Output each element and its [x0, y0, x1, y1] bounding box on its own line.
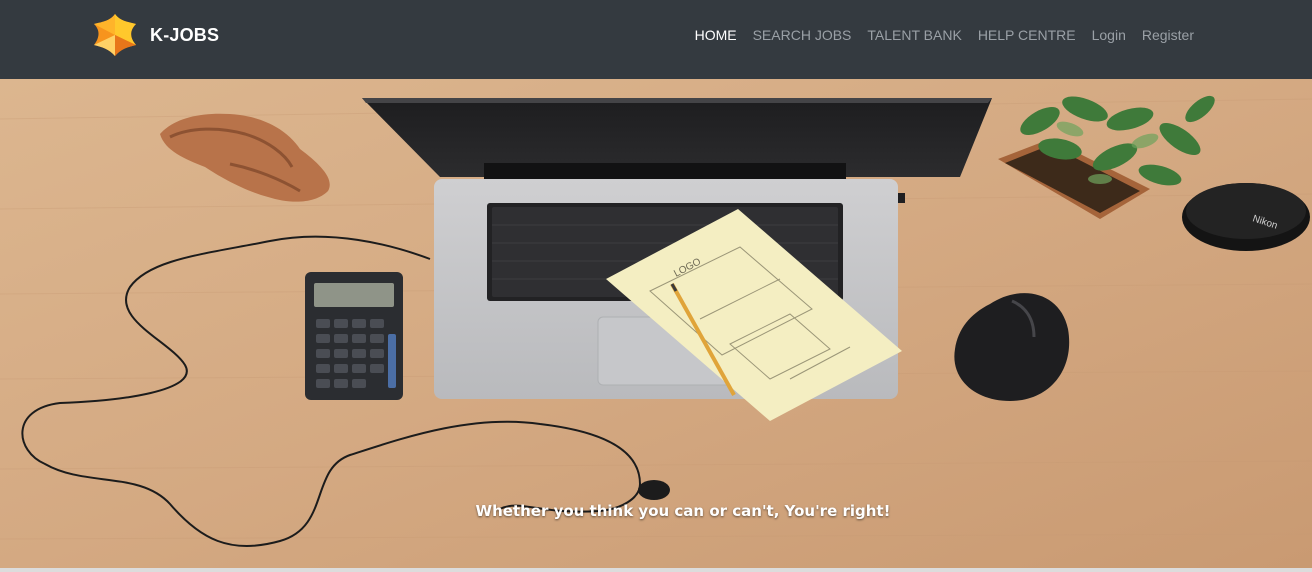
nav-help-centre[interactable]: HELP CENTRE	[978, 25, 1076, 45]
hero-tagline: Whether you think you can or can't, You'…	[475, 502, 891, 520]
top-navbar: K-JOBS HOME SEARCH JOBS TALENT BANK HELP…	[0, 0, 1312, 79]
earbud-icon	[638, 480, 670, 500]
nav-login[interactable]: Login	[1092, 25, 1126, 45]
nav-search-jobs[interactable]: SEARCH JOBS	[753, 25, 852, 45]
nav-talent-bank[interactable]: TALENT BANK	[867, 25, 961, 45]
bottom-strip	[0, 568, 1312, 572]
nav-register[interactable]: Register	[1142, 25, 1194, 45]
brand-name: K-JOBS	[150, 24, 220, 45]
main-nav: HOME SEARCH JOBS TALENT BANK HELP CENTRE…	[679, 25, 1194, 45]
calculator	[305, 272, 403, 400]
nav-home[interactable]: HOME	[695, 25, 737, 45]
camera-lens: Nikon	[1182, 183, 1310, 251]
brand-link[interactable]: K-JOBS	[92, 12, 219, 58]
hero-desk-image: LOGO Nikon	[0, 79, 1312, 568]
k-jobs-logo-icon	[94, 14, 136, 56]
hero-banner: LOGO Nikon Whether you think you can or …	[0, 79, 1312, 568]
